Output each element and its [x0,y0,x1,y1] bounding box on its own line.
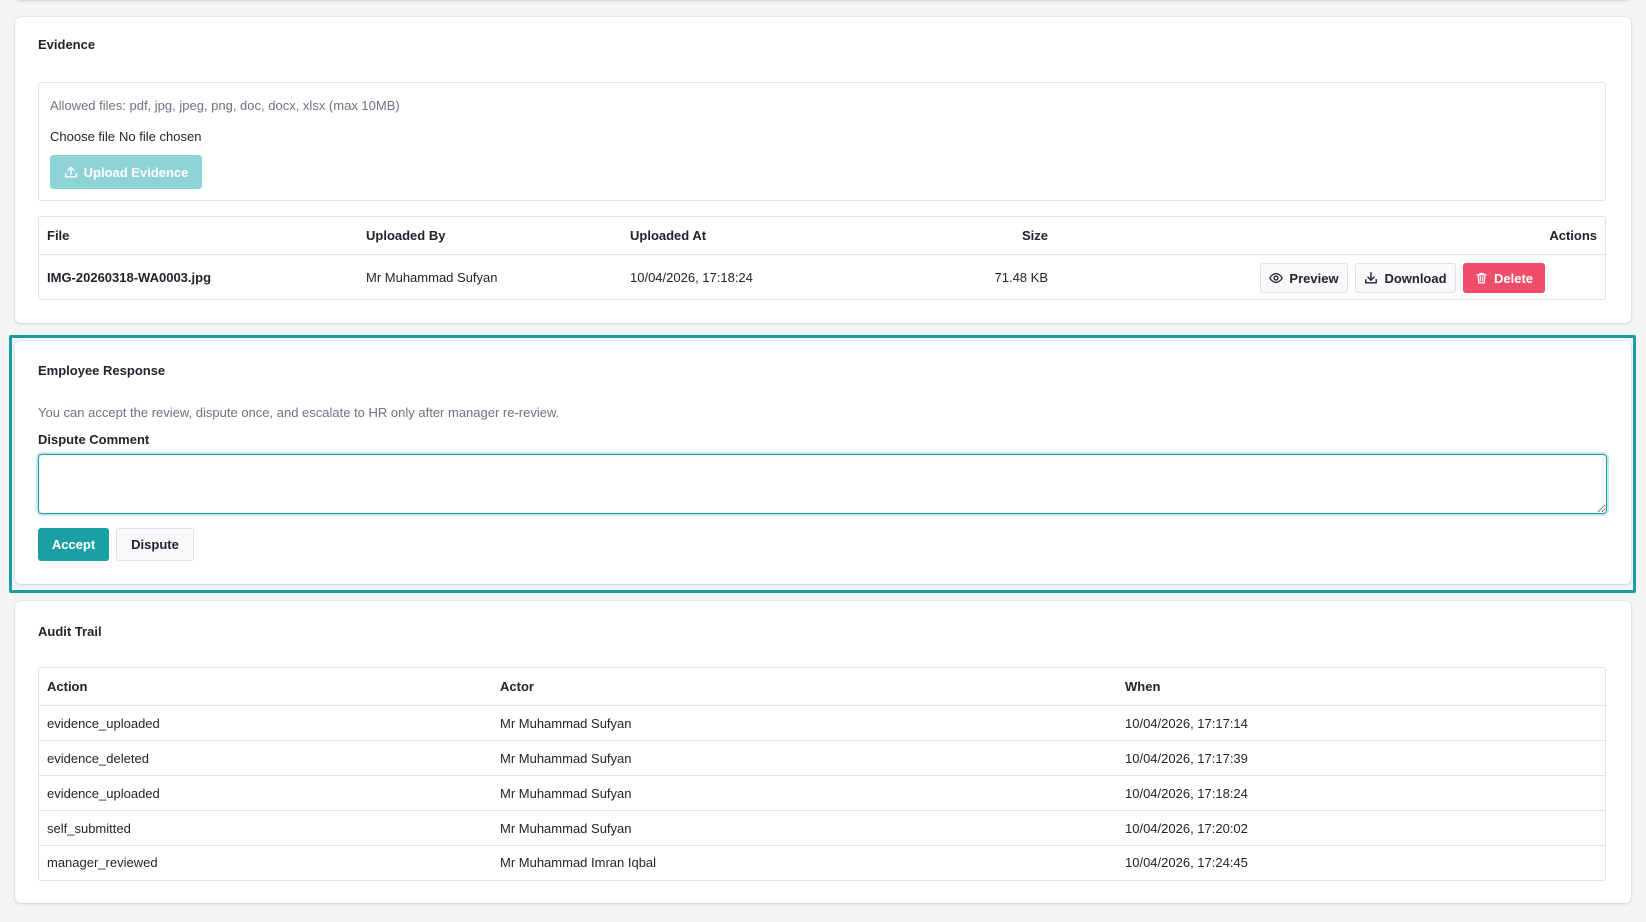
audit-when: 10/04/2026, 17:17:14 [1125,715,1248,731]
audit-actor: Mr Muhammad Sufyan [500,785,632,801]
no-file-text: No file chosen [119,129,202,144]
file-size: 71.48 KB [994,269,1049,285]
audit-action: evidence_deleted [47,750,149,766]
table-row: evidence_deleted Mr Muhammad Sufyan 10/0… [39,740,1605,775]
dispute-comment-label: Dispute Comment [38,432,150,447]
audit-actor: Mr Muhammad Sufyan [500,715,632,731]
upload-icon [64,165,78,179]
upload-evidence-button[interactable]: Upload Evidence [50,155,202,189]
upload-box: Allowed files: pdf, jpg, jpeg, png, doc,… [38,82,1606,201]
audit-table: Action Actor When evidence_uploaded Mr M… [38,667,1606,881]
download-label: Download [1384,270,1447,286]
download-icon [1364,271,1378,285]
audit-actor: Mr Muhammad Sufyan [500,820,632,836]
column-header-uploaded-by: Uploaded By [366,228,446,243]
choose-file-button[interactable]: Choose file [50,129,115,144]
audit-action: manager_reviewed [47,855,158,870]
response-hint-text: You can accept the review, dispute once,… [38,405,560,420]
audit-trail-title: Audit Trail [38,624,102,639]
audit-when: 10/04/2026, 17:24:45 [1125,855,1248,870]
uploaded-at: 10/04/2026, 17:18:24 [630,269,753,285]
table-row: self_submitted Mr Muhammad Sufyan 10/04/… [39,810,1605,845]
column-header-when: When [1125,679,1161,694]
employee-response-card: Employee Response You can accept the rev… [15,341,1631,584]
audit-when: 10/04/2026, 17:17:39 [1125,750,1248,766]
audit-actor: Mr Muhammad Imran Iqbal [500,855,657,870]
audit-action: self_submitted [47,820,131,836]
audit-action: evidence_uploaded [47,715,160,731]
audit-trail-card: Audit Trail Action Actor When evidence_u… [15,601,1631,903]
uploaded-by: Mr Muhammad Sufyan [366,269,498,285]
column-header-actor: Actor [500,679,534,694]
table-row: IMG-20260318-WA0003.jpg Mr Muhammad Sufy… [39,254,1605,299]
audit-table-header: Action Actor When [39,668,1605,705]
column-header-file: File [47,228,70,243]
delete-label: Delete [1493,270,1534,286]
table-row: evidence_uploaded Mr Muhammad Sufyan 10/… [39,775,1605,810]
evidence-table-header: File Uploaded By Uploaded At Size Action… [39,217,1605,254]
audit-actor: Mr Muhammad Sufyan [500,750,632,766]
dispute-button[interactable]: Dispute [116,528,194,561]
file-name: IMG-20260318-WA0003.jpg [47,269,212,285]
column-header-size: Size [1021,228,1048,243]
delete-button[interactable]: Delete [1463,263,1545,293]
audit-when: 10/04/2026, 17:18:24 [1125,785,1248,801]
employee-response-title: Employee Response [38,363,166,378]
column-header-action: Action [47,679,88,694]
table-row: manager_reviewed Mr Muhammad Imran Iqbal… [39,845,1605,879]
table-row: evidence_uploaded Mr Muhammad Sufyan 10/… [39,705,1605,740]
dispute-comment-textarea[interactable] [38,454,1607,514]
preview-button[interactable]: Preview [1260,263,1348,293]
evidence-table: File Uploaded By Uploaded At Size Action… [38,216,1606,300]
download-button[interactable]: Download [1355,263,1456,293]
evidence-title: Evidence [38,37,96,52]
preview-label: Preview [1289,270,1339,286]
accept-button[interactable]: Accept [38,528,109,561]
file-input[interactable]: Choose file No file chosen [50,129,201,144]
column-header-uploaded-at: Uploaded At [630,228,707,243]
evidence-card: Evidence Allowed files: pdf, jpg, jpeg, … [15,17,1631,323]
column-header-actions: Actions [1549,228,1597,243]
eye-icon [1269,271,1284,285]
upload-evidence-label: Upload Evidence [83,164,189,180]
allowed-files-text: Allowed files: pdf, jpg, jpeg, png, doc,… [50,98,400,113]
trash-icon [1475,271,1488,285]
audit-when: 10/04/2026, 17:20:02 [1125,820,1248,836]
audit-action: evidence_uploaded [47,785,160,801]
